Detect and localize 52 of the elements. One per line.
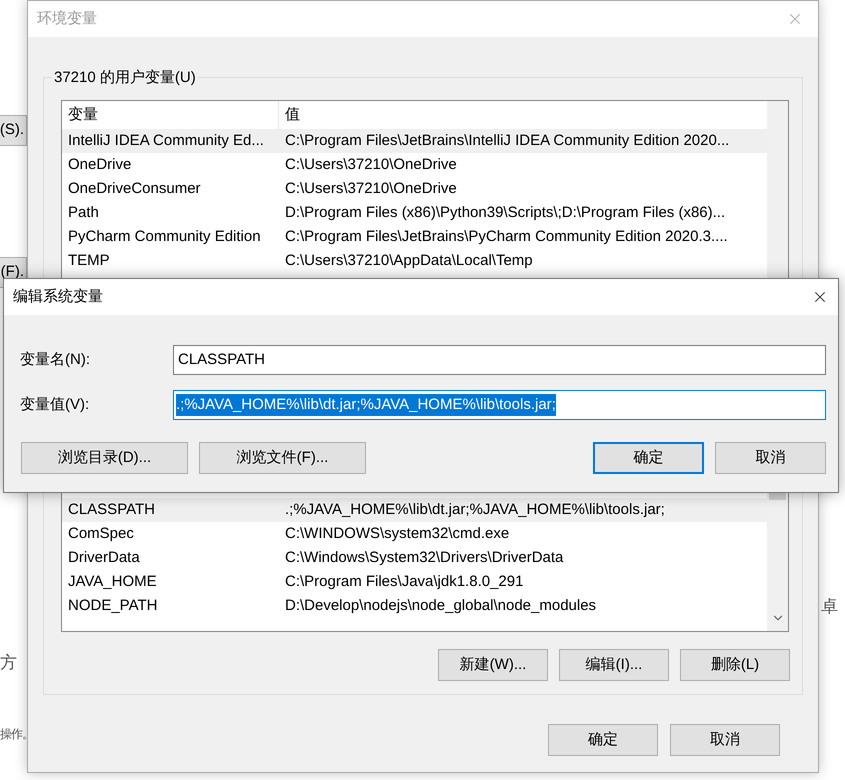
dialog-button[interactable]: 确定: [548, 724, 658, 756]
dialog-button[interactable]: 确定: [593, 442, 704, 474]
variable-value: C:\Users\37210\AppData\Local\Temp: [284, 250, 533, 271]
text-field[interactable]: .;%JAVA_HOME%\lib\dt.jar;%JAVA_HOME%\lib\tools.jar;: [173, 390, 826, 420]
variable-name: OneDrive: [67, 154, 132, 175]
list-row[interactable]: PyCharm Community Edition C:\Program Files\JetBrains\PyCharm Community Edition 2020.3....: [62, 225, 767, 249]
variable-name: TEMP: [67, 250, 111, 271]
dialog-title: 编辑系统变量: [13, 286, 103, 307]
dialog-button[interactable]: 取消: [715, 442, 826, 474]
field-label: 变量值(V):: [20, 394, 90, 415]
variable-name: JAVA_HOME: [67, 572, 158, 592]
list-row[interactable]: IntelliJ IDEA Community Ed... C:\Program Files\JetBrains\IntelliJ IDEA Community Edition 2020...: [62, 129, 767, 153]
field-label: 变量名(N):: [20, 350, 91, 370]
variable-value: C:\Program Files\JetBrains\IntelliJ IDEA Community Edition 2020...: [284, 130, 730, 151]
column-header[interactable]: 值: [279, 101, 767, 129]
variable-value: C:\Users\37210\OneDrive: [284, 154, 457, 175]
dialog-button[interactable]: 取消: [670, 724, 780, 756]
background-text: 卓: [821, 596, 838, 618]
list-row[interactable]: OneDrive C:\Users\37210\OneDrive: [62, 153, 767, 177]
variable-name: Path: [67, 202, 100, 223]
action-button[interactable]: 删除(L): [680, 649, 790, 681]
text-field[interactable]: CLASSPATH: [173, 345, 826, 375]
variable-name: ComSpec: [67, 524, 135, 544]
list-row[interactable]: ComSpec C:\WINDOWS\system32\cmd.exe: [62, 522, 767, 546]
variable-value: C:\Users\37210\OneDrive: [284, 178, 457, 199]
list-row[interactable]: DriverData C:\Windows\System32\Drivers\DriverData: [62, 546, 767, 570]
variable-name: NODE_PATH: [67, 596, 158, 616]
list-row[interactable]: Path D:\Program Files (x86)\Python39\Scripts\;D:\Program Files (x86)...: [62, 201, 767, 225]
background-text: 操作。: [0, 726, 33, 743]
window-title: 环境变量: [37, 8, 97, 29]
list-row[interactable]: NODE_PATH D:\Develop\nodejs\node_global\node_modules: [62, 594, 767, 618]
browse-button[interactable]: 浏览目录(D)...: [21, 442, 188, 474]
variable-value: D:\Develop\nodejs\node_global\node_modules: [284, 596, 596, 616]
variable-value: D:\Program Files (x86)\Python39\Scripts\;D:\Program Files (x86)...: [284, 202, 726, 223]
list-row[interactable]: CLASSPATH .;%JAVA_HOME%\lib\dt.jar;%JAVA_HOME%\lib\tools.jar;: [62, 498, 767, 522]
variable-name: OneDriveConsumer: [67, 178, 202, 199]
action-button[interactable]: 新建(W)...: [438, 649, 548, 681]
browse-button[interactable]: 浏览文件(F)...: [199, 442, 366, 474]
variable-value: .;%JAVA_HOME%\lib\dt.jar;%JAVA_HOME%\lib\tools.jar;: [284, 500, 665, 520]
variable-name: PyCharm Community Edition: [67, 226, 262, 247]
variable-value: C:\Program Files\JetBrains\PyCharm Community Edition 2020.3....: [284, 226, 728, 247]
variable-value: C:\Program Files\Java\jdk1.8.0_291: [284, 572, 524, 592]
action-button[interactable]: 编辑(I)...: [559, 649, 669, 681]
variable-value: C:\Windows\System32\Drivers\DriverData: [284, 548, 564, 568]
variable-value: C:\WINDOWS\system32\cmd.exe: [284, 524, 510, 544]
background-text: 方: [0, 652, 17, 674]
list-row[interactable]: TEMP C:\Users\37210\AppData\Local\Temp: [62, 249, 767, 273]
variable-name: IntelliJ IDEA Community Ed...: [67, 130, 265, 151]
list-row[interactable]: OneDriveConsumer C:\Users\37210\OneDrive: [62, 177, 767, 201]
list-row[interactable]: JAVA_HOME C:\Program Files\Java\jdk1.8.0_291: [62, 570, 767, 594]
variable-name: CLASSPATH: [67, 500, 156, 520]
variable-name: DriverData: [67, 548, 141, 568]
